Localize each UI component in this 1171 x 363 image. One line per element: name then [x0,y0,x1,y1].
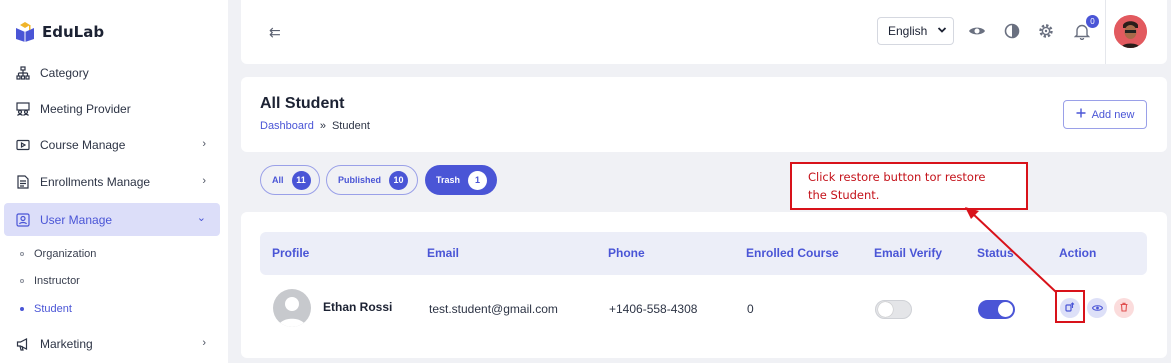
instruction-callout: Click restore button tor restore the Stu… [790,162,1028,210]
column-header-email-verify: Email Verify [874,246,943,260]
student-email: test.student@gmail.com [429,302,558,316]
avatar[interactable] [1114,15,1147,48]
bullet-icon [20,252,24,256]
callout-line-1: Click restore button tor restore [808,170,986,184]
sidebar-subitem-instructor[interactable]: Instructor [20,275,80,287]
megaphone-icon [16,337,30,351]
collapse-sidebar-icon[interactable]: ⇇ [269,24,281,41]
sidebar: EduLab Category Meeting Provider Course … [0,0,228,363]
filter-all[interactable]: All 11 [260,165,320,195]
sidebar-item-enrollments-manage[interactable]: Enrollments Manage › [4,165,220,198]
chevron-right-icon: › [202,175,206,187]
filter-published[interactable]: Published 10 [326,165,418,195]
delete-button[interactable] [1114,298,1134,318]
sidebar-item-label: Category [40,65,89,80]
student-name: Ethan Rossi [323,300,393,314]
breadcrumb-link-dashboard[interactable]: Dashboard [260,120,314,132]
bullet-icon [20,279,24,283]
bullet-icon [20,307,24,311]
language-select-value: English [888,24,928,38]
notification-badge: 0 [1086,15,1099,28]
breadcrumb: Dashboard » Student [260,120,370,132]
sidebar-item-label: Meeting Provider [40,101,131,116]
sidebar-item-label: Marketing [40,336,93,351]
filter-count-badge: 1 [468,170,488,190]
filter-label: All [272,175,284,185]
column-header-phone: Phone [608,246,645,260]
sidebar-item-label: Enrollments Manage [40,174,151,189]
enrolled-course-count: 0 [747,302,754,316]
sidebar-item-category[interactable]: Category [4,56,220,89]
filter-label: Trash [436,175,461,185]
student-phone: +1406-558-4308 [609,302,698,316]
logo-icon [16,22,34,42]
topbar: ⇇ English 0 [241,0,1167,64]
divider [1105,0,1106,64]
brand[interactable]: EduLab [14,22,104,42]
restore-button-highlight [1055,290,1085,323]
filter-label: Published [338,175,382,185]
sidebar-item-marketing[interactable]: Marketing › [4,327,220,360]
language-select[interactable]: English [877,17,954,45]
sidebar-item-user-manage[interactable]: User Manage ⌄ [4,203,220,236]
chevron-right-icon: › [202,337,206,349]
chevron-down-icon: ⌄ [196,212,206,224]
document-icon [16,174,30,189]
page-header: All Student Dashboard » Student Add new [241,77,1167,152]
eye-icon[interactable] [968,22,986,40]
status-toggle[interactable] [978,300,1015,319]
page-title: All Student [260,95,345,112]
sidebar-subitem-label: Student [34,303,72,315]
column-header-enrolled-course: Enrolled Course [746,246,839,260]
chevron-down-icon [937,25,947,38]
chevron-right-icon: › [202,138,206,150]
sidebar-item-course-manage[interactable]: Course Manage › [4,128,220,161]
plus-icon [1076,108,1086,121]
view-button[interactable] [1087,298,1107,318]
toggle-knob [998,302,1013,317]
table-header: Profile Email Phone Enrolled Course Emai… [260,232,1147,275]
callout-line-2: the Student. [808,188,880,202]
column-header-profile: Profile [272,246,310,260]
add-new-label: Add new [1091,108,1135,121]
sidebar-item-meeting-provider[interactable]: Meeting Provider [4,92,220,125]
breadcrumb-separator: » [319,120,326,132]
toggle-knob [878,302,893,317]
sitemap-icon [16,65,30,80]
breadcrumb-current: Student [331,120,370,132]
filter-trash[interactable]: Trash 1 [425,165,497,195]
filter-count-badge: 11 [291,170,311,190]
sidebar-subitem-label: Organization [34,248,97,260]
column-header-email: Email [427,246,460,260]
email-verify-toggle[interactable] [875,300,912,319]
add-new-button[interactable]: Add new [1063,100,1147,129]
sidebar-item-label: Course Manage [40,137,126,152]
theme-toggle-icon[interactable] [1003,22,1021,40]
video-icon [16,138,30,152]
column-header-status: Status [977,246,1014,260]
filter-count-badge: 10 [389,170,409,190]
meeting-icon [16,101,30,116]
students-table: Profile Email Phone Enrolled Course Emai… [241,212,1167,358]
gear-icon[interactable] [1037,22,1055,40]
avatar [273,289,311,327]
user-box-icon [16,212,30,227]
brand-name: EduLab [42,23,105,41]
sidebar-subitem-student[interactable]: Student [20,303,72,315]
sidebar-subitem-label: Instructor [34,275,80,287]
sidebar-item-label: User Manage [40,212,113,227]
eye-icon [1091,299,1103,317]
column-header-action: Action [1059,246,1097,260]
trash-icon [1119,299,1129,317]
sidebar-subitem-organization[interactable]: Organization [20,248,96,260]
